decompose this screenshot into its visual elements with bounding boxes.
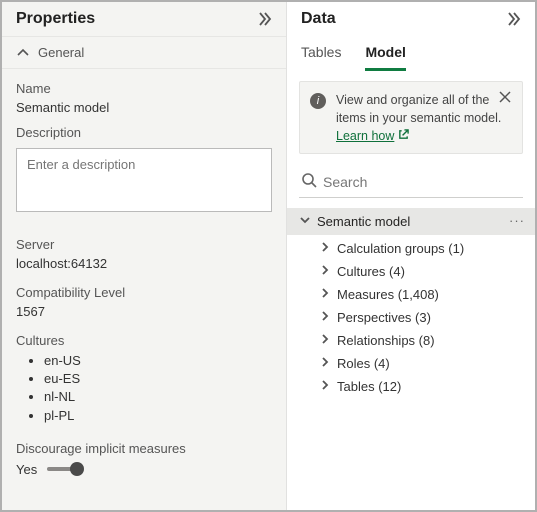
tree-root[interactable]: Semantic model ··· <box>287 208 535 235</box>
chevron-up-icon <box>16 46 30 60</box>
list-item: eu-ES <box>44 370 272 388</box>
info-text: View and organize all of the items in yo… <box>336 92 512 127</box>
data-header: Data <box>287 2 535 36</box>
tree-item-label: Perspectives (3) <box>337 310 431 325</box>
server-label: Server <box>16 237 272 252</box>
chevron-right-icon <box>319 287 331 302</box>
close-info-button[interactable] <box>498 90 514 106</box>
tree-item-tables[interactable]: Tables (12) <box>287 375 535 398</box>
chevron-right-icon <box>319 310 331 325</box>
collapse-properties-button[interactable] <box>256 10 274 28</box>
info-icon: i <box>310 93 326 109</box>
chevron-down-icon <box>299 214 311 229</box>
model-tree: Semantic model ··· Calculation groups (1… <box>287 208 535 400</box>
name-value: Semantic model <box>16 100 272 115</box>
cultures-label: Cultures <box>16 333 272 348</box>
collapse-data-button[interactable] <box>505 10 523 28</box>
properties-panel: Properties General Name Semantic model D… <box>2 2 287 510</box>
tree-item-label: Relationships (8) <box>337 333 435 348</box>
tree-item-label: Cultures (4) <box>337 264 405 279</box>
data-title: Data <box>301 10 336 28</box>
data-tabs: Tables Model <box>287 36 535 71</box>
properties-title: Properties <box>16 10 95 28</box>
description-input[interactable] <box>16 148 272 212</box>
search-input[interactable] <box>323 174 521 190</box>
external-link-icon <box>398 129 409 143</box>
data-panel: Data Tables Model i View and organize al… <box>287 2 535 510</box>
compat-label: Compatibility Level <box>16 285 272 300</box>
chevron-right-icon <box>319 241 331 256</box>
general-label: General <box>38 45 84 60</box>
list-item: pl-PL <box>44 407 272 425</box>
properties-header: Properties <box>2 2 286 36</box>
tree-children: Calculation groups (1) Cultures (4) Meas… <box>287 235 535 400</box>
tab-tables[interactable]: Tables <box>301 44 341 71</box>
toggle-knob <box>70 462 84 476</box>
name-label: Name <box>16 81 272 96</box>
server-value: localhost:64132 <box>16 256 272 271</box>
tab-model[interactable]: Model <box>365 44 405 71</box>
learn-how-label: Learn how <box>336 129 394 143</box>
general-section-header[interactable]: General <box>2 36 286 68</box>
tree-item-label: Measures (1,408) <box>337 287 439 302</box>
tree-item-label: Calculation groups (1) <box>337 241 464 256</box>
cultures-list: en-US eu-ES nl-NL pl-PL <box>16 352 272 425</box>
tree-item-measures[interactable]: Measures (1,408) <box>287 283 535 306</box>
list-item: en-US <box>44 352 272 370</box>
tree-item-cultures[interactable]: Cultures (4) <box>287 260 535 283</box>
tree-item-calc-groups[interactable]: Calculation groups (1) <box>287 237 535 260</box>
tree-item-label: Roles (4) <box>337 356 390 371</box>
discourage-label: Discourage implicit measures <box>16 441 272 456</box>
more-options-button[interactable]: ··· <box>509 213 525 228</box>
tree-item-perspectives[interactable]: Perspectives (3) <box>287 306 535 329</box>
general-section-body: Name Semantic model Description Server l… <box>2 68 286 489</box>
chevron-right-icon <box>319 333 331 348</box>
learn-how-link[interactable]: Learn how <box>336 129 409 143</box>
tree-item-relationships[interactable]: Relationships (8) <box>287 329 535 352</box>
search-row <box>299 168 523 198</box>
discourage-toggle[interactable] <box>47 467 81 471</box>
tree-item-label: Tables (12) <box>337 379 401 394</box>
compat-value: 1567 <box>16 304 272 319</box>
discourage-value: Yes <box>16 462 37 477</box>
description-label: Description <box>16 125 272 140</box>
tree-root-label: Semantic model <box>317 214 410 229</box>
chevron-right-icon <box>319 356 331 371</box>
list-item: nl-NL <box>44 388 272 406</box>
info-callout: i View and organize all of the items in … <box>299 81 523 154</box>
chevron-right-icon <box>319 379 331 394</box>
tree-item-roles[interactable]: Roles (4) <box>287 352 535 375</box>
search-icon <box>301 172 317 191</box>
chevron-right-icon <box>319 264 331 279</box>
